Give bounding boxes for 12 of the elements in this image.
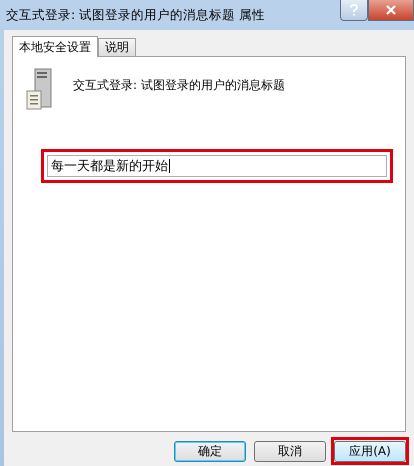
tab[interactable]: 本地安全设置 [12, 36, 98, 57]
close-button[interactable] [368, 0, 414, 21]
help-icon [350, 4, 358, 16]
dialog-button[interactable]: 应用(A) [334, 441, 406, 462]
help-button[interactable] [340, 0, 368, 21]
window-title: 交互式登录: 试图登录的用户的消息标题 属性 [6, 6, 266, 24]
text-field[interactable]: 每一天都是新的开始 [47, 155, 387, 177]
close-icon [386, 5, 396, 15]
tab[interactable]: 说明 [98, 38, 136, 56]
policy-title: 交互式登录: 试图登录的用户的消息标题 [73, 77, 285, 94]
dialog-button[interactable]: 取消 [254, 441, 326, 462]
dialog-button[interactable]: 确定 [174, 441, 246, 462]
